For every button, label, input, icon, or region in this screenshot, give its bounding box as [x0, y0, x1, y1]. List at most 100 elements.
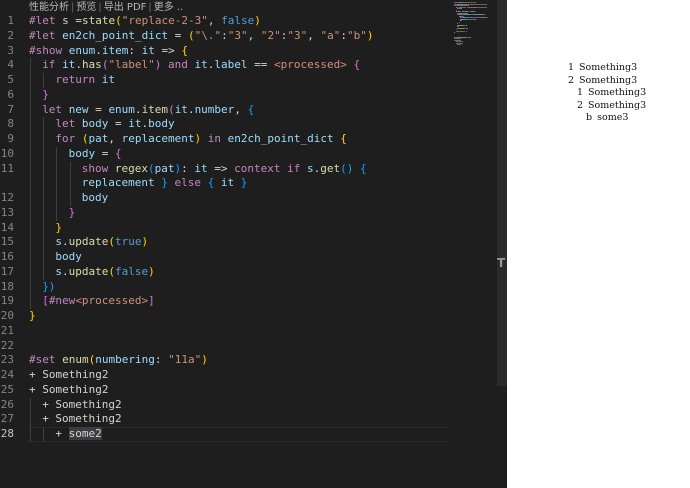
code-line[interactable]: 9 for (pat, replacement) in en2ch_point_d… — [0, 132, 480, 147]
code-line[interactable]: 10 body = { — [0, 146, 480, 162]
code-text[interactable]: #let en2ch_point_dict = ("\.":"3", "2":"… — [29, 29, 373, 44]
code-text[interactable]: for (pat, replacement) in en2ch_point_di… — [55, 132, 346, 147]
code-text[interactable]: let body = it.body — [55, 117, 174, 132]
code-line[interactable]: 23 #set enum(numbering: "11a") — [0, 353, 480, 368]
code-text[interactable]: return it — [55, 73, 115, 88]
code-line[interactable]: 13} — [0, 205, 480, 221]
minimap[interactable] — [452, 0, 498, 45]
code-text[interactable]: #show enum.item: it => { — [29, 44, 188, 59]
code-text[interactable]: body = { — [69, 147, 122, 162]
code-text[interactable]: #let s =state("replace-2-3", false) — [29, 14, 261, 29]
code-text[interactable]: s.update(true) — [55, 235, 148, 250]
code-line[interactable]: 12 body — [0, 191, 480, 206]
code-line[interactable]: 15 s.update(true) — [0, 235, 480, 250]
code-token: , — [307, 28, 321, 42]
item-number: 1 — [577, 87, 584, 98]
indent-guide — [30, 264, 31, 280]
code-token: { — [340, 132, 347, 145]
code-text[interactable]: } — [55, 221, 62, 236]
code-line[interactable]: 28 + some2 — [0, 427, 480, 442]
code-text[interactable]: + Something2 — [42, 398, 121, 413]
code-text[interactable]: [#new<processed>] — [42, 294, 155, 309]
code-line[interactable]: 24 + Something2 — [0, 368, 480, 383]
code-line[interactable]: 25 + Something2 — [0, 383, 480, 398]
code-line[interactable]: 8 let body = it.body — [0, 117, 480, 132]
code-line[interactable]: 20} — [0, 309, 480, 324]
preview-button[interactable]: 预览 — [76, 2, 96, 13]
item-number: 1 — [568, 62, 575, 73]
editor-scrollbar[interactable] — [497, 0, 507, 386]
minimap-line — [466, 24, 467, 26]
code-token: ) — [254, 14, 261, 27]
code-line[interactable]: 19 [#new<processed>] — [0, 294, 480, 309]
code-token: } — [29, 309, 36, 322]
export-pdf-button[interactable]: 导出 PDF — [104, 2, 147, 13]
code-token: item — [101, 43, 129, 57]
code-text[interactable]: } — [29, 309, 36, 324]
code-line[interactable]: 7 let new = enum.item(it.number, { — [0, 102, 480, 118]
code-line[interactable]: 22 — [0, 339, 480, 354]
code-token: else — [167, 176, 208, 190]
code-line[interactable]: 21 — [0, 324, 480, 339]
code-line[interactable]: 26 + Something2 — [0, 397, 480, 413]
code-line[interactable]: 18}) — [0, 279, 480, 295]
code-token: . — [62, 264, 69, 278]
code-line[interactable]: 17 s.update(false) — [0, 264, 480, 280]
code-text[interactable]: body — [82, 191, 109, 206]
code-token: { — [247, 102, 255, 116]
code-line[interactable]: 16 body — [0, 250, 480, 265]
line-number: 17 — [0, 264, 14, 278]
code-token: { — [360, 161, 367, 175]
code-token: enum — [62, 353, 89, 367]
code-line[interactable]: 4 if it.has("label") and it.label == <pro… — [0, 58, 480, 73]
code-token: : — [181, 161, 195, 175]
code-text[interactable]: + some2 — [55, 427, 102, 442]
code-line[interactable]: 2 #let en2ch_point_dict = ("\.":"3", "2":… — [0, 29, 480, 44]
code-text[interactable]: replacement } else { it } — [82, 176, 248, 191]
code-text[interactable]: s.update(false) — [55, 265, 154, 280]
code-token: body — [81, 191, 109, 204]
code-line[interactable]: 1 #let s =state("replace-2-3", false) — [0, 14, 480, 29]
code-text[interactable]: #set enum(numbering: "11a") — [29, 353, 208, 368]
code-text[interactable]: body — [55, 250, 82, 265]
code-text[interactable]: + Something2 — [42, 412, 121, 427]
code-text[interactable]: } — [42, 88, 49, 103]
code-token: s = — [62, 14, 82, 27]
code-text[interactable]: let new = enum.item(it.number, { — [42, 103, 254, 118]
code-text[interactable]: show regex(pat): it => context if s.get(… — [82, 162, 367, 177]
code-line[interactable]: 27 + Something2 — [0, 412, 480, 427]
toolbar-separator: | — [148, 2, 152, 13]
toolbar-separator: | — [71, 2, 75, 13]
preview-list-item: b some3 — [586, 112, 628, 123]
code-lines[interactable]: 1 #let s =state("replace-2-3", false) 2 #le… — [0, 14, 480, 442]
code-text[interactable]: + Something2 — [29, 383, 108, 398]
profile-button[interactable]: 性能分析 — [29, 2, 69, 13]
indent-guide — [43, 73, 45, 88]
code-text[interactable]: + Something2 — [29, 368, 108, 383]
code-line[interactable]: replacement } else { it } — [0, 176, 480, 191]
code-token: [ — [42, 294, 49, 308]
code-editor[interactable]: 性能分析 | 预览 | 导出 PDF | 更多 .. 1 #let s =state("rep… — [0, 0, 498, 488]
code-token: , — [247, 28, 261, 42]
code-token: "label" — [108, 58, 155, 72]
line-number: 21 — [0, 323, 14, 337]
code-token: in — [201, 132, 228, 145]
preview-pane[interactable]: 1 Something3 2 Something3 1 Something3 2 Som… — [507, 0, 690, 488]
more-button[interactable]: 更多 .. — [154, 2, 184, 13]
code-text[interactable]: } — [69, 206, 76, 221]
code-text[interactable]: }) — [42, 280, 55, 295]
code-line[interactable]: 11 show regex(pat): it => context if s.ge… — [0, 161, 480, 177]
code-token: "11a" — [168, 353, 202, 367]
indent-guide — [30, 397, 31, 413]
toolbar-separator: | — [98, 2, 102, 13]
code-line[interactable]: 14} — [0, 220, 480, 236]
minimap-line — [486, 3, 488, 5]
code-text[interactable]: if it.has("label") and it.label == <proc… — [42, 58, 360, 73]
code-line[interactable]: 5 return it — [0, 73, 480, 88]
minimap-line — [484, 14, 485, 15]
preview-list-item: 2 Something3 — [577, 100, 646, 111]
code-token: , — [234, 102, 248, 116]
code-token: + Something2 — [42, 397, 122, 411]
code-line[interactable]: 6} — [0, 87, 480, 103]
code-line[interactable]: 3 #show enum.item: it => { — [0, 44, 480, 59]
